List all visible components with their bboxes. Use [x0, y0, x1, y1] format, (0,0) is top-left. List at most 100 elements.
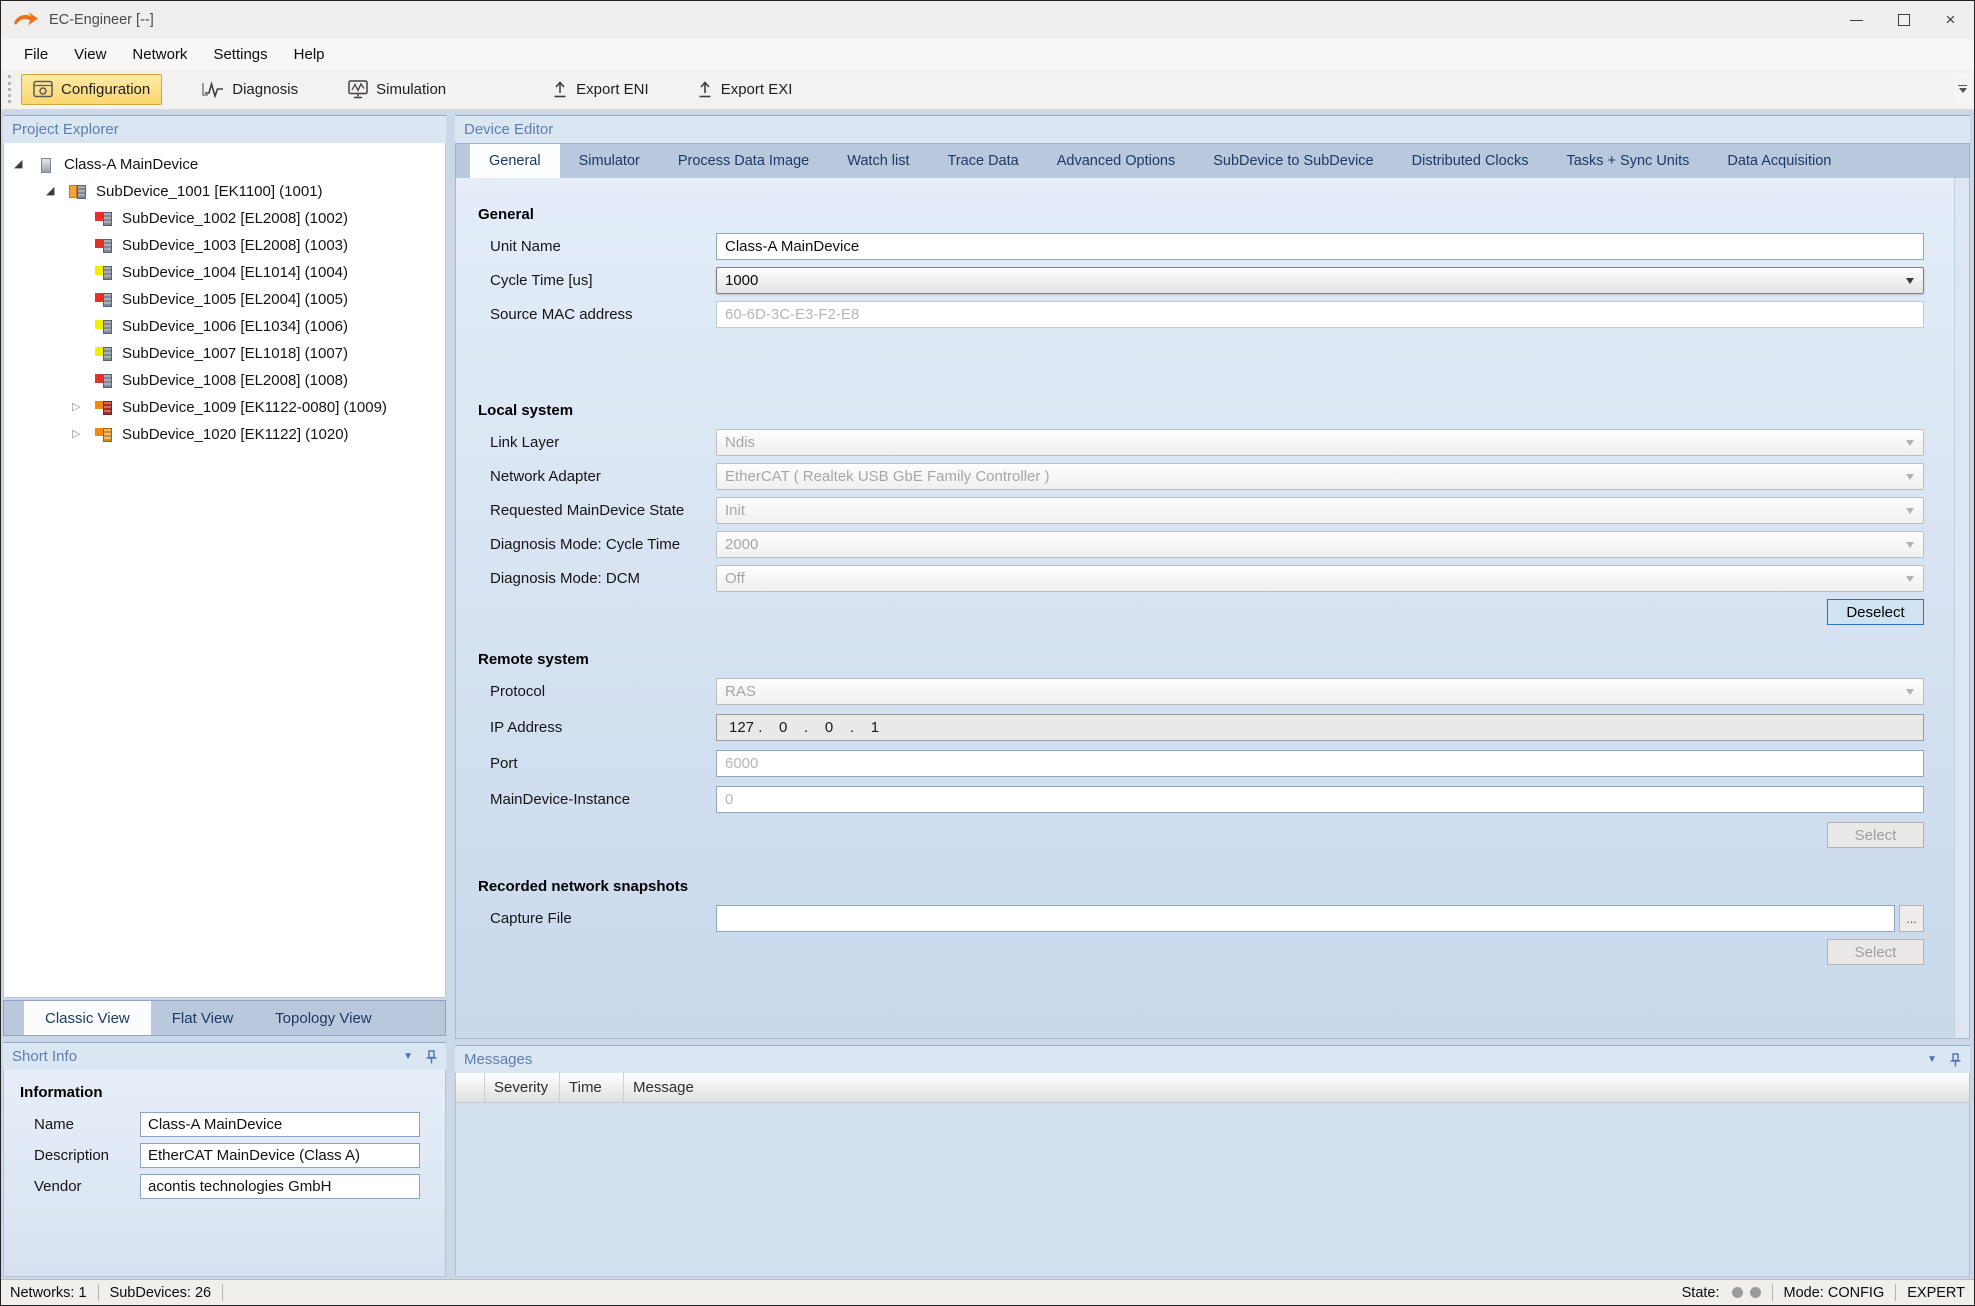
snapshot-select-button[interactable]: Select: [1827, 939, 1924, 965]
diag-cycle-dropdown[interactable]: 2000: [716, 531, 1924, 558]
source-mac-label: Source MAC address: [490, 306, 716, 323]
export-eni-button[interactable]: Export ENI: [540, 74, 661, 105]
vendor-field[interactable]: acontis technologies GmbH: [140, 1174, 420, 1199]
separator: [1772, 1284, 1773, 1301]
diagnosis-button[interactable]: Diagnosis: [190, 74, 310, 105]
tab-subdevice-to-subdevice[interactable]: SubDevice to SubDevice: [1194, 144, 1392, 178]
menu-network[interactable]: Network: [119, 42, 200, 67]
junction-icon: [94, 427, 115, 443]
toolbar-drag-handle[interactable]: [8, 75, 11, 103]
tab-simulator[interactable]: Simulator: [560, 144, 659, 178]
tab-flat-view[interactable]: Flat View: [151, 1001, 254, 1035]
expander-icon[interactable]: [14, 159, 36, 170]
tree-item-subdevice-1007[interactable]: SubDevice_1007 [EL1018] (1007): [4, 340, 445, 367]
ip-address-field[interactable]: 127 . 0 . 0 . 1: [716, 714, 1924, 741]
simulation-button[interactable]: Simulation: [336, 74, 458, 105]
protocol-dropdown[interactable]: RAS: [716, 678, 1924, 705]
requested-state-row: Requested MainDevice State Init: [490, 497, 1924, 524]
menu-settings[interactable]: Settings: [200, 42, 280, 67]
diag-cycle-value: 2000: [725, 536, 758, 553]
link-layer-dropdown[interactable]: Ndis: [716, 429, 1924, 456]
column-time[interactable]: Time: [560, 1073, 624, 1102]
tab-distributed-clocks[interactable]: Distributed Clocks: [1393, 144, 1548, 178]
name-field[interactable]: Class-A MainDevice: [140, 1112, 420, 1137]
general-section-heading: General: [478, 206, 1954, 223]
tab-tasks-sync-units[interactable]: Tasks + Sync Units: [1547, 144, 1708, 178]
tree-item-subdevice-1001[interactable]: SubDevice_1001 [EK1100] (1001): [4, 178, 445, 205]
menu-help[interactable]: Help: [281, 42, 338, 67]
status-mode: Mode: CONFIG: [1784, 1285, 1885, 1301]
tree-item-maindevice[interactable]: Class-A MainDevice: [4, 151, 445, 178]
menu-file[interactable]: File: [11, 42, 61, 67]
chevron-down-icon: [1906, 542, 1914, 548]
export-exi-button[interactable]: Export EXI: [685, 74, 805, 105]
requested-state-label: Requested MainDevice State: [490, 502, 716, 519]
column-message[interactable]: Message: [624, 1073, 1969, 1102]
separator: [98, 1284, 99, 1301]
maindevice-instance-field[interactable]: 0: [716, 786, 1924, 813]
tab-general[interactable]: General: [470, 144, 560, 178]
remote-select-button[interactable]: Select: [1827, 822, 1924, 848]
protocol-value: RAS: [725, 683, 756, 700]
unit-name-row: Unit Name Class-A MainDevice: [490, 233, 1924, 260]
state-dot-icon: [1750, 1287, 1761, 1298]
capture-file-field[interactable]: [716, 905, 1895, 932]
expander-icon[interactable]: [72, 429, 94, 440]
deselect-button[interactable]: Deselect: [1827, 599, 1924, 625]
diag-dcm-dropdown[interactable]: Off: [716, 565, 1924, 592]
tree-item-subdevice-1002[interactable]: SubDevice_1002 [EL2008] (1002): [4, 205, 445, 232]
description-field[interactable]: EtherCAT MainDevice (Class A): [140, 1143, 420, 1168]
tab-classic-view[interactable]: Classic View: [24, 1001, 151, 1035]
tab-watch-list[interactable]: Watch list: [828, 144, 928, 178]
diag-dcm-value: Off: [725, 570, 745, 587]
pin-icon[interactable]: [1950, 1053, 1961, 1067]
column-severity[interactable]: Severity: [485, 1073, 560, 1102]
project-explorer-panel: Project Explorer Class-A MainDevice SubD…: [3, 115, 446, 1277]
messages-header: Messages ▼: [455, 1045, 1970, 1073]
tree-item-label: SubDevice_1008 [EL2008] (1008): [122, 372, 348, 389]
tab-process-data-image[interactable]: Process Data Image: [659, 144, 828, 178]
collapse-panel-icon[interactable]: ▼: [1927, 1054, 1937, 1065]
menu-view[interactable]: View: [61, 42, 119, 67]
configuration-button[interactable]: Configuration: [21, 74, 162, 105]
port-label: Port: [490, 755, 716, 772]
diag-cycle-row: Diagnosis Mode: Cycle Time 2000: [490, 531, 1924, 558]
cycle-time-dropdown[interactable]: 1000: [716, 267, 1924, 294]
tree-item-subdevice-1009[interactable]: SubDevice_1009 [EK1122-0080] (1009): [4, 394, 445, 421]
expander-icon[interactable]: [72, 402, 94, 413]
tree-item-subdevice-1003[interactable]: SubDevice_1003 [EL2008] (1003): [4, 232, 445, 259]
port-field[interactable]: 6000: [716, 750, 1924, 777]
chevron-down-icon: [1906, 576, 1914, 582]
toolbar: Configuration Diagnosis Simulation Expor…: [1, 69, 1974, 110]
status-networks: Networks: 1: [10, 1285, 87, 1301]
capture-file-label: Capture File: [490, 910, 716, 927]
network-adapter-dropdown[interactable]: EtherCAT ( Realtek USB GbE Family Contro…: [716, 463, 1924, 490]
separator: [222, 1284, 223, 1301]
tab-trace-data[interactable]: Trace Data: [929, 144, 1038, 178]
maximize-button[interactable]: [1880, 1, 1927, 39]
tree-item-subdevice-1008[interactable]: SubDevice_1008 [EL2008] (1008): [4, 367, 445, 394]
vertical-scrollbar[interactable]: [1954, 178, 1969, 1038]
minimize-button[interactable]: [1833, 1, 1880, 39]
pin-icon[interactable]: [426, 1050, 437, 1064]
collapse-panel-icon[interactable]: ▼: [403, 1051, 413, 1062]
port-row: Port 6000: [490, 750, 1924, 777]
tab-topology-view[interactable]: Topology View: [254, 1001, 392, 1035]
toolbar-overflow-button[interactable]: [1954, 73, 1971, 104]
expander-icon[interactable]: [46, 186, 68, 197]
requested-state-dropdown[interactable]: Init: [716, 497, 1924, 524]
tree-item-subdevice-1020[interactable]: SubDevice_1020 [EK1122] (1020): [4, 421, 445, 448]
local-system-actions: Deselect: [456, 599, 1924, 625]
tree-item-subdevice-1006[interactable]: SubDevice_1006 [EL1034] (1006): [4, 313, 445, 340]
tab-advanced-options[interactable]: Advanced Options: [1038, 144, 1195, 178]
link-layer-row: Link Layer Ndis: [490, 429, 1924, 456]
close-button[interactable]: ×: [1927, 1, 1974, 39]
tree-item-subdevice-1004[interactable]: SubDevice_1004 [EL1014] (1004): [4, 259, 445, 286]
tree-item-label: Class-A MainDevice: [64, 156, 198, 173]
tab-data-acquisition[interactable]: Data Acquisition: [1708, 144, 1850, 178]
tree-item-subdevice-1005[interactable]: SubDevice_1005 [EL2004] (1005): [4, 286, 445, 313]
chevron-down-icon: [1906, 508, 1914, 514]
unit-name-field[interactable]: Class-A MainDevice: [716, 233, 1924, 260]
browse-button[interactable]: ...: [1899, 905, 1924, 932]
info-row-description: Description EtherCAT MainDevice (Class A…: [18, 1143, 445, 1168]
